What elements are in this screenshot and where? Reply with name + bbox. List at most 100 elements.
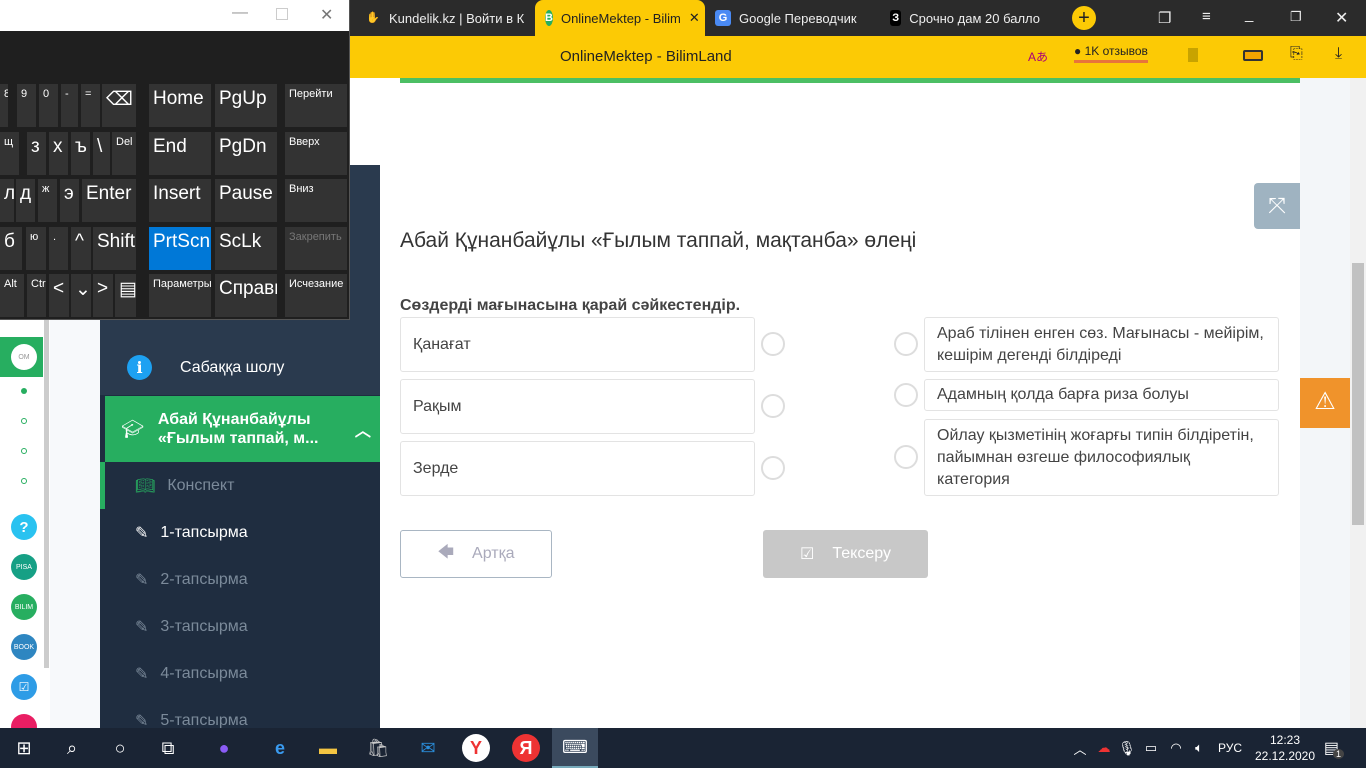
- key[interactable]: ю: [26, 227, 46, 270]
- menu-icon[interactable]: ≡: [1202, 8, 1211, 25]
- translate-icon[interactable]: Aあ: [1028, 48, 1048, 65]
- key[interactable]: ScLk: [215, 227, 277, 270]
- fullscreen-button[interactable]: ⤧: [1254, 183, 1300, 229]
- arrow-left-key[interactable]: <: [49, 274, 69, 317]
- dot-icon[interactable]: [21, 448, 27, 454]
- key[interactable]: PgDn: [215, 132, 277, 175]
- arrow-right-key[interactable]: >: [93, 274, 113, 317]
- sidebar-item-lesson[interactable]: 🎓︎ Абай Құнанбайұлы «Ғылым таппай, м... …: [105, 396, 380, 462]
- key[interactable]: Shift: [93, 227, 136, 270]
- key[interactable]: Справка: [215, 274, 277, 317]
- sidebar-item-task-2[interactable]: ✎ 2-тапсырма: [105, 556, 380, 603]
- key[interactable]: Вниз: [285, 179, 347, 222]
- help-icon[interactable]: ?: [11, 514, 37, 540]
- left-connector-radio[interactable]: [761, 394, 785, 418]
- key[interactable]: х: [49, 132, 68, 175]
- task-view-icon[interactable]: ⧉: [154, 734, 182, 762]
- key[interactable]: Pause: [215, 179, 277, 222]
- language-indicator[interactable]: РУС: [1218, 741, 1242, 755]
- key[interactable]: б: [0, 227, 22, 270]
- sidebar-item-task-3[interactable]: ✎ 3-тапсырма: [105, 603, 380, 650]
- yandex-browser-icon[interactable]: Y: [462, 734, 490, 762]
- match-left-item[interactable]: Рақым: [400, 379, 755, 434]
- scrollbar-thumb[interactable]: [1352, 263, 1364, 525]
- match-right-item[interactable]: Ойлау қызметінің жоғарғы типін білдіреті…: [924, 419, 1279, 496]
- tab-google-translate[interactable]: G Google Переводчик: [705, 0, 875, 36]
- menu-key[interactable]: ▤: [115, 274, 136, 317]
- key[interactable]: Исчезание: [285, 274, 347, 317]
- key[interactable]: Параметры: [149, 274, 211, 317]
- on-screen-keyboard-taskbar-icon[interactable]: ⌨: [552, 728, 598, 768]
- key[interactable]: -: [61, 84, 78, 127]
- bookmarks-icon[interactable]: ❐: [1158, 9, 1171, 27]
- bilimland-icon[interactable]: BILIM: [11, 594, 37, 620]
- pisa-icon[interactable]: PISA: [11, 554, 37, 580]
- reviews-badge[interactable]: ● 1K отзывов: [1074, 44, 1148, 63]
- warning-button[interactable]: ⚠: [1300, 378, 1350, 428]
- match-left-item[interactable]: Зерде: [400, 441, 755, 496]
- dot-active-icon[interactable]: [21, 388, 27, 394]
- key[interactable]: 0: [39, 84, 58, 127]
- arrow-up-key[interactable]: ^: [71, 227, 91, 270]
- key[interactable]: Закрепить: [285, 227, 347, 270]
- key[interactable]: Alt: [0, 274, 24, 317]
- key[interactable]: End: [149, 132, 211, 175]
- battery-icon[interactable]: ▭: [1137, 734, 1165, 762]
- key[interactable]: Ctrl: [27, 274, 46, 317]
- match-left-item[interactable]: Қанағат: [400, 317, 755, 372]
- key[interactable]: Del: [112, 132, 136, 175]
- sidebar-item-task-1[interactable]: ✎ 1-тапсырма: [105, 509, 380, 556]
- key[interactable]: л: [0, 179, 14, 222]
- chevron-up-icon[interactable]: ︿: [355, 417, 371, 441]
- minimize-icon[interactable]: _: [1245, 6, 1253, 23]
- cortana-icon[interactable]: ○: [106, 734, 134, 762]
- close-tab-icon[interactable]: ✕: [689, 10, 700, 26]
- volume-icon[interactable]: 🔈︎: [1185, 734, 1213, 762]
- alice-icon[interactable]: ●: [210, 734, 238, 762]
- file-explorer-icon[interactable]: ▬: [314, 734, 342, 762]
- edge-icon[interactable]: e: [266, 734, 294, 762]
- key[interactable]: .: [49, 227, 68, 270]
- key[interactable]: Insert: [149, 179, 211, 222]
- onlinemektep-logo-icon[interactable]: OM: [11, 344, 37, 370]
- sidebar-item-overview[interactable]: i Сабаққа шолу: [105, 344, 380, 391]
- bookmark-icon[interactable]: [1188, 48, 1198, 62]
- mail-icon[interactable]: ✉: [414, 734, 442, 762]
- key[interactable]: щ: [0, 132, 19, 175]
- tab-znanija[interactable]: З Срочно дам 20 балло: [880, 0, 1050, 36]
- key[interactable]: ъ: [71, 132, 90, 175]
- right-connector-radio[interactable]: [894, 383, 918, 407]
- sidebar-item-konspekt[interactable]: 📖︎ Конспект: [105, 462, 380, 509]
- battery-saver-icon[interactable]: [1243, 50, 1263, 61]
- arrow-down-key[interactable]: ⌄: [71, 274, 91, 317]
- dot-icon[interactable]: [21, 478, 27, 484]
- notifications-icon[interactable]: ▤ 1: [1320, 734, 1348, 762]
- right-connector-radio[interactable]: [894, 445, 918, 469]
- address-bar[interactable]: OnlineMektep - BilimLand Aあ ● 1K отзывов…: [350, 36, 1366, 78]
- backspace-key[interactable]: ⌫: [102, 84, 136, 127]
- extension-icon[interactable]: ⎘: [1290, 45, 1303, 63]
- scrollbar[interactable]: [1350, 78, 1366, 728]
- key[interactable]: д: [16, 179, 35, 222]
- download-icon[interactable]: ⤓: [1335, 45, 1342, 63]
- maximize-icon[interactable]: [276, 8, 288, 20]
- match-right-item[interactable]: Адамның қолда барға риза болуы: [924, 379, 1279, 411]
- key[interactable]: PgUp: [215, 84, 277, 127]
- key[interactable]: =: [81, 84, 100, 127]
- clock[interactable]: 12:23 22.12.2020: [1250, 732, 1320, 764]
- key[interactable]: 9: [17, 84, 36, 127]
- left-connector-radio[interactable]: [761, 456, 785, 480]
- back-button[interactable]: 🡄 Артқа: [400, 530, 552, 578]
- tab-kundelik[interactable]: ✋ Kundelik.kz | Войти в К: [355, 0, 535, 36]
- key[interactable]: Перейти: [285, 84, 347, 127]
- search-icon[interactable]: ⌕: [58, 734, 86, 762]
- close-window-icon[interactable]: ✕: [1335, 8, 1348, 28]
- tab-onlinemektep[interactable]: B OnlineMektep - Bilim ✕: [535, 0, 705, 36]
- left-connector-radio[interactable]: [761, 332, 785, 356]
- restore-icon[interactable]: ❐: [1290, 9, 1302, 25]
- yandex-icon[interactable]: Я: [512, 734, 540, 762]
- check-button[interactable]: ☑ Тексеру: [763, 530, 928, 578]
- start-icon[interactable]: ⊞: [10, 734, 38, 762]
- key[interactable]: PrtScn: [149, 227, 211, 270]
- key[interactable]: 8: [0, 84, 8, 127]
